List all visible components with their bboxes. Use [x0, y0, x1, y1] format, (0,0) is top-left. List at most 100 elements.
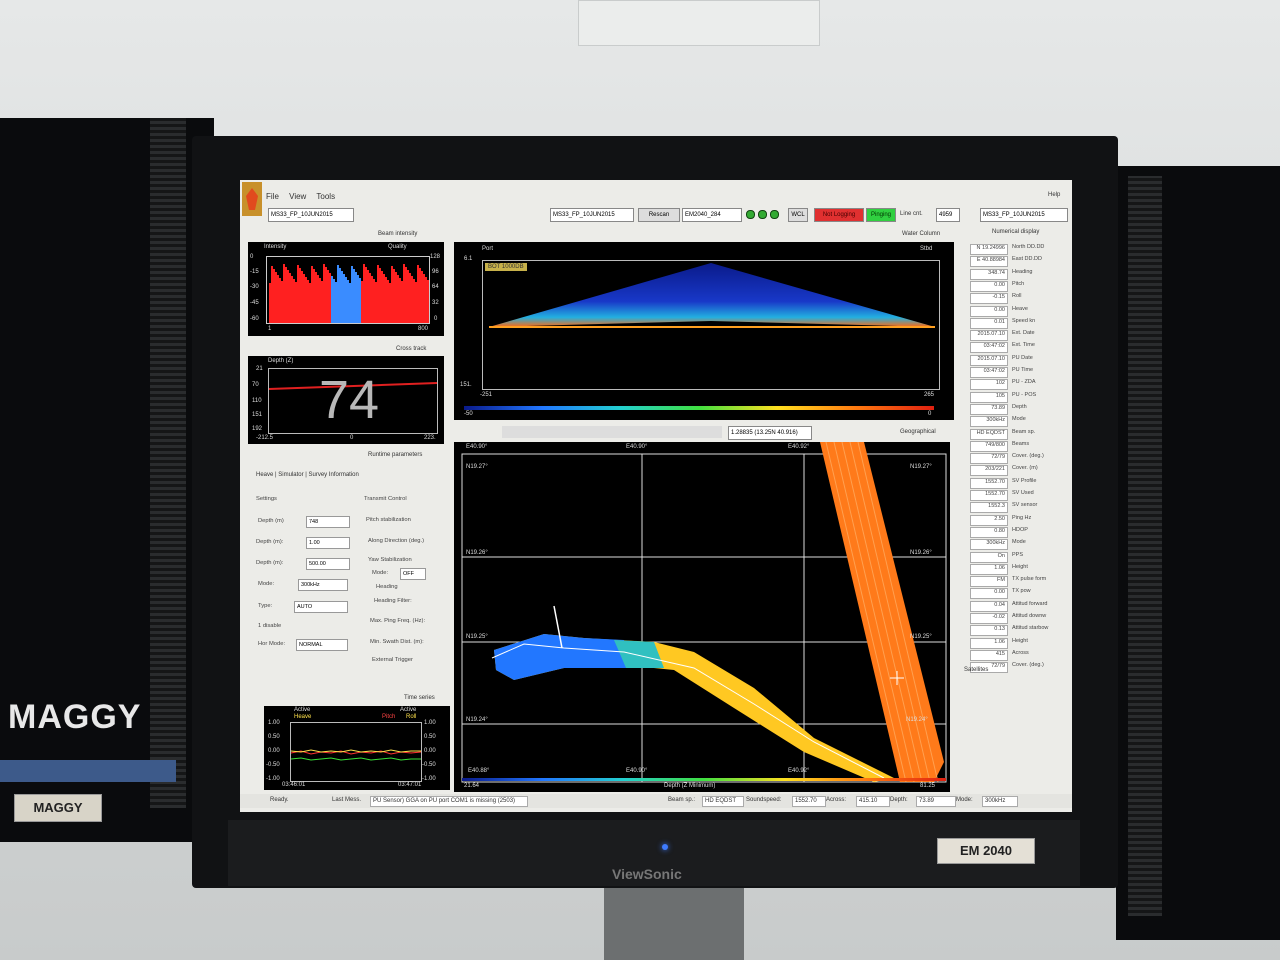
- numeric-value: 0.01: [970, 317, 1008, 329]
- beam-bar: [357, 275, 359, 323]
- ts-end-time: 03:47:01: [398, 782, 422, 788]
- beam-bar: [275, 272, 277, 323]
- geo-left-label: N19.26°: [466, 550, 488, 556]
- numeric-label: SV Used: [1012, 490, 1034, 496]
- geo-right-label: N19.25°: [910, 634, 932, 640]
- beam-bar: [305, 277, 307, 323]
- survey-select-2[interactable]: MS33_FP_10JUN2015: [550, 208, 634, 222]
- water-column-mode-select[interactable]: Water Column: [902, 231, 940, 237]
- coord-readout-field: 1.28835 (13.25N 40.916): [728, 426, 812, 440]
- depth-input[interactable]: 1.00: [306, 537, 350, 549]
- beam-bar: [385, 277, 387, 323]
- beam-bar: [359, 278, 361, 323]
- numeric-value: 72/79: [970, 453, 1008, 465]
- menu-view[interactable]: View: [289, 192, 306, 201]
- left-monitor-vent: [150, 118, 186, 808]
- numeric-label: Cover. (deg.): [1012, 453, 1044, 460]
- numeric-label: PU - ZDA: [1012, 379, 1036, 386]
- beam-bar: [309, 283, 311, 323]
- ts-tick: -1.00: [266, 776, 280, 782]
- depth-input[interactable]: 748: [306, 516, 350, 528]
- numeric-label: North DD.DD: [1012, 244, 1045, 250]
- hor-mode-select[interactable]: NORMAL: [296, 639, 348, 651]
- beam-bar: [421, 271, 423, 323]
- ts-tick-right: -0.50: [422, 762, 436, 768]
- wc-badge: BOT 1000DB: [485, 263, 527, 271]
- status-depth-label: Depth:: [890, 797, 908, 803]
- soundspeed-label: Soundspeed:: [746, 797, 782, 803]
- menu-help[interactable]: Help: [1048, 192, 1060, 198]
- geo-bottom-label: E40.88°: [468, 768, 490, 774]
- wc-frame: BOT 1000DB: [482, 260, 940, 390]
- beam-bar: [335, 282, 337, 323]
- wcl-button[interactable]: WCL: [788, 208, 808, 222]
- beam-bar: [277, 275, 279, 323]
- cross-track-tick: 110: [252, 398, 262, 404]
- numeric-label: Height: [1012, 563, 1028, 570]
- beam-bar: [321, 281, 323, 323]
- numeric-row: 0.00 TX pow: [970, 588, 1064, 600]
- beam-bar: [381, 271, 383, 323]
- line-count-field[interactable]: 4959: [936, 208, 960, 222]
- numeric-row: E 40.88984 East DD.DD: [970, 256, 1064, 268]
- survey-select-3[interactable]: MS33_FP_10JUN2015: [980, 208, 1068, 222]
- mode-select[interactable]: 300kHz: [298, 579, 348, 591]
- beam-bar: [395, 272, 397, 323]
- beam-bar: [369, 273, 371, 323]
- max-ping-label: Max. Ping Freq. (Hz):: [370, 618, 426, 624]
- time-series-mode-select[interactable]: Time series: [404, 695, 435, 701]
- depth-input[interactable]: 500.00: [306, 558, 350, 570]
- beam-bar: [285, 267, 287, 323]
- ts-left-series: Heave: [294, 714, 312, 720]
- beam-bar: [341, 271, 343, 323]
- line-count-label: Line cnt.: [900, 211, 923, 217]
- menu-file[interactable]: File: [266, 192, 279, 201]
- numeric-label: PU - POS: [1012, 391, 1037, 398]
- depth-label: Depth (m):: [256, 560, 284, 566]
- depth-readout: 74: [319, 370, 380, 430]
- beam-bar: [287, 270, 289, 323]
- survey-select[interactable]: MS33_FP_10JUN2015: [268, 208, 354, 222]
- numerical-display-mode-select[interactable]: Numerical display: [992, 229, 1039, 235]
- cross-track-mode-select[interactable]: Cross track: [396, 346, 426, 352]
- status-light-2-icon: [758, 210, 767, 219]
- beam-bar: [387, 280, 389, 323]
- numeric-label: Roll: [1012, 293, 1022, 300]
- beam-bar: [405, 267, 407, 323]
- numeric-value: 0.00: [970, 305, 1008, 317]
- type-select[interactable]: AUTO: [294, 601, 348, 613]
- intensity-tick: -15: [250, 269, 259, 275]
- wc-x-left: -251: [480, 392, 493, 398]
- tab-heave[interactable]: Heave: [256, 472, 273, 478]
- cross-track-x-right: 223.: [424, 435, 436, 441]
- tab-survey-information[interactable]: Survey Information: [309, 472, 359, 478]
- quality-tick: 32: [432, 300, 439, 306]
- ceiling-panel: [578, 0, 820, 46]
- ts-tick-right: 0.00: [424, 748, 436, 754]
- beam-bar: [355, 272, 357, 323]
- cross-track-x-mid: 0: [350, 435, 354, 441]
- beam-bar: [295, 282, 297, 323]
- sonar-select[interactable]: EM2040_284: [682, 208, 742, 222]
- yaw-mode-select[interactable]: OFF: [400, 568, 426, 580]
- status-bar: Ready. Last Mess. PU Sensor) GGA on PU p…: [240, 794, 1072, 808]
- pitch-stabilization-checkbox[interactable]: Pitch stabilization: [366, 517, 411, 523]
- beam-bar: [407, 270, 409, 323]
- numeric-value: 1.06: [970, 637, 1008, 649]
- rescan-button[interactable]: Rescan: [638, 208, 680, 222]
- runtime-mode-select[interactable]: Runtime parameters: [368, 452, 422, 458]
- numeric-label: TX pulse form: [1012, 576, 1047, 583]
- tab-simulator[interactable]: Simulator: [278, 472, 303, 478]
- beam-bar: [339, 268, 341, 323]
- external-trigger-checkbox[interactable]: External Trigger: [372, 657, 413, 663]
- port-label: Port: [482, 246, 494, 252]
- satellites-label: Satellites: [964, 667, 989, 673]
- last-message-label: Last Mess.: [332, 797, 362, 803]
- numeric-label: Ext. Date: [1012, 330, 1035, 337]
- geo-right-label: N19.27°: [910, 464, 932, 470]
- geo-mode-select[interactable]: Geographical: [900, 429, 936, 435]
- beam-spacing-label: Beam sp.:: [668, 797, 696, 803]
- beam-panel-mode-select[interactable]: Beam intensity: [378, 231, 417, 237]
- menu-tools[interactable]: Tools: [316, 192, 335, 201]
- numeric-label: Height: [1012, 637, 1028, 644]
